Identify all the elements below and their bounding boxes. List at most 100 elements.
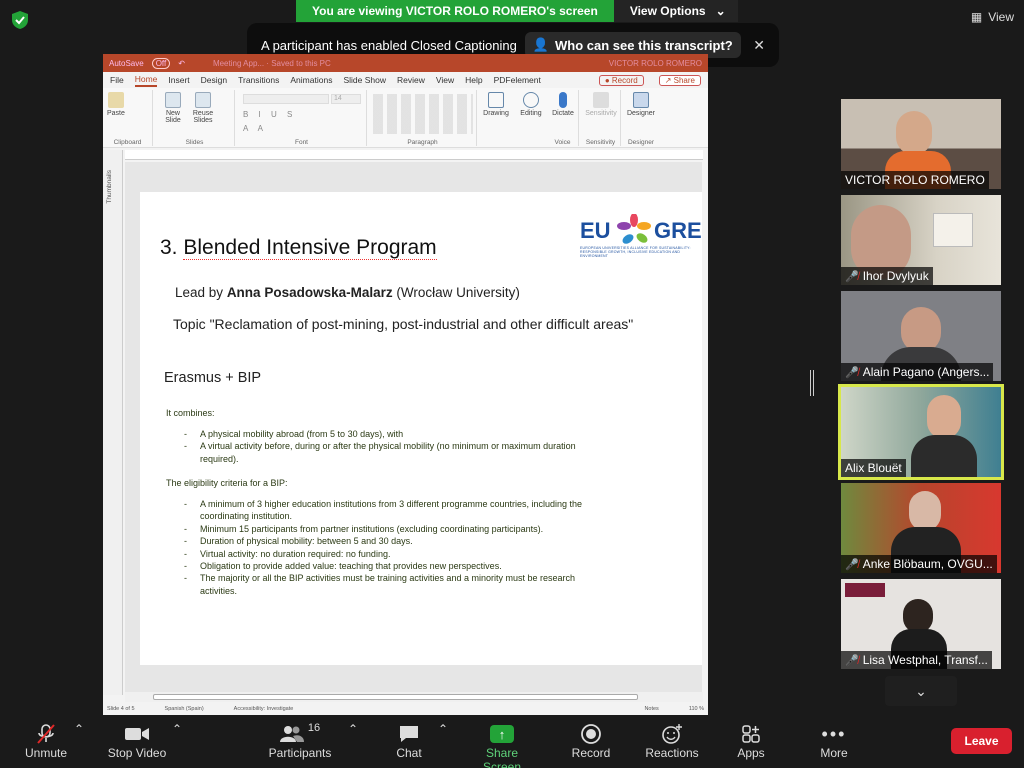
drawing-label: Drawing	[483, 110, 509, 117]
view-options-button[interactable]: View Options ⌄	[613, 0, 738, 22]
reactions-button[interactable]: Reactions	[644, 722, 700, 760]
lead-affiliation: (Wrocław University)	[396, 285, 520, 300]
participant-tile[interactable]: 🎤̸ Lisa Westphal, Transf...	[841, 579, 1001, 669]
muted-mic-icon: 🎤̸	[845, 270, 859, 283]
stop-video-button[interactable]: Stop Video	[106, 722, 168, 760]
horizontal-ruler	[125, 150, 703, 160]
who-can-see-label: Who can see this transcript?	[555, 37, 733, 53]
view-options-label: View Options	[629, 4, 706, 18]
status-notes: Notes	[644, 706, 659, 712]
voice-label: Voice	[554, 139, 571, 146]
person-shirt	[911, 435, 977, 477]
participant-tile[interactable]: 🎤̸ Ihor Dvylyuk	[841, 195, 1001, 285]
panel-resize-handle[interactable]	[810, 370, 814, 396]
drawing-button: Drawing	[479, 92, 513, 117]
designer-group-label: Designer	[627, 139, 654, 146]
editing-button: Editing	[515, 92, 547, 117]
participant-name-text: Ihor Dvylyuk	[862, 269, 929, 283]
chevron-down-icon: ⌄	[715, 4, 726, 18]
apps-icon	[734, 722, 768, 746]
autosave-toggle: Off	[151, 57, 171, 69]
screen-share-banner: You are viewing VICTOR ROLO ROMERO's scr…	[296, 0, 738, 22]
record-label: Record	[571, 746, 611, 760]
participant-tile[interactable]: 🎤̸ Alain Pagano (Angers...	[841, 291, 1001, 381]
list-item: Duration of physical mobility: between 5…	[184, 535, 594, 548]
ppt-user: VICTOR ROLO ROMERO	[608, 58, 702, 68]
person-icon: 👤	[532, 37, 550, 52]
participant-tile[interactable]: VICTOR ROLO ROMERO	[841, 99, 1001, 189]
chat-label: Chat	[396, 746, 422, 760]
slide-erasmus-heading: Erasmus + BIP	[164, 370, 262, 386]
zoom-meeting-window: You are viewing VICTOR ROLO ROMERO's scr…	[0, 0, 1024, 768]
ribbon-group-sensitivity: Sensitivity Sensitivity	[581, 90, 621, 146]
status-zoom: 110 %	[688, 706, 704, 712]
participant-name-text: Anke Blöbaum, OVGU...	[862, 557, 993, 571]
share-screen-button[interactable]: ↑ Share Screen	[466, 722, 538, 768]
participants-button[interactable]: 16 Participants	[264, 722, 336, 760]
autosave-label: AutoSave	[109, 58, 144, 68]
encryption-shield-icon[interactable]	[10, 10, 30, 30]
view-label: View	[988, 10, 1014, 24]
participant-name: Alix Blouët	[841, 459, 906, 477]
slide: 3. Blended Intensive Program EU GRE EURO…	[140, 192, 702, 665]
paste-icon	[107, 92, 124, 108]
slide-title-text: Blended Intensive Program	[183, 236, 437, 260]
logo-gre-text: GRE	[654, 218, 702, 243]
ribbon-group-font: 14 B I U S A A Font	[237, 90, 367, 146]
grid-icon: ▦	[970, 10, 983, 24]
ppt-record-label: Record	[611, 75, 638, 85]
reactions-label: Reactions	[645, 746, 699, 760]
menu-view: View	[435, 75, 455, 85]
list-item: Obligation to provide added value: teach…	[184, 560, 594, 573]
font-size-box: 14	[331, 94, 361, 104]
designer-button: Designer	[625, 92, 657, 117]
chat-bubble-icon	[392, 722, 426, 746]
ppt-record-button: ● Record	[598, 74, 644, 86]
record-button[interactable]: Record	[570, 722, 612, 760]
sensitivity-group-label: Sensitivity	[585, 139, 616, 146]
lead-prefix: Lead by	[175, 285, 224, 300]
designer-label: Designer	[626, 110, 655, 117]
close-icon[interactable]: ✕	[753, 37, 765, 54]
unmute-button[interactable]: Unmute	[22, 722, 70, 760]
wall-poster	[933, 213, 973, 247]
shared-powerpoint-window: AutoSave Off ↶ Meeting App... · Saved to…	[103, 54, 708, 715]
chat-options-caret[interactable]: ⌃	[438, 722, 448, 736]
participant-name: VICTOR ROLO ROMERO	[841, 171, 989, 189]
slides-label: Slides	[185, 139, 204, 146]
thumbnails-label: Thumbnails	[106, 170, 113, 204]
unmute-label: Unmute	[24, 746, 68, 760]
menu-design: Design	[200, 75, 228, 85]
participant-name-text: Alain Pagano (Angers...	[862, 365, 990, 379]
view-button[interactable]: ▦ View	[971, 10, 1014, 24]
drawing-icon	[488, 92, 504, 108]
participant-name: 🎤̸ Anke Blöbaum, OVGU...	[841, 555, 997, 573]
font-label: Font	[294, 139, 308, 146]
clipboard-label: Clipboard	[113, 139, 142, 146]
slide-lead: Lead by Anna Posadowska-Malarz (Wrocław …	[175, 285, 520, 300]
wall-logo	[845, 583, 885, 597]
more-participants-button[interactable]: ⌄	[885, 676, 957, 706]
list-item: Minimum 15 participants from partner ins…	[184, 523, 594, 536]
ppt-menu-bar: File Home Insert Design Transitions Anim…	[103, 72, 708, 88]
more-button[interactable]: ••• More	[816, 722, 852, 761]
more-dots-icon: •••	[821, 723, 847, 744]
apps-button[interactable]: Apps	[734, 722, 768, 760]
video-options-caret[interactable]: ⌃	[172, 722, 182, 736]
participant-tile[interactable]: 🎤̸ Anke Blöbaum, OVGU...	[841, 483, 1001, 573]
leave-button[interactable]: Leave	[951, 728, 1012, 754]
muted-microphone-icon	[22, 722, 70, 746]
ribbon-group-clipboard: Paste Clipboard	[103, 90, 153, 146]
list-item: Virtual activity: no duration required: …	[184, 548, 594, 561]
participant-tile-active-speaker[interactable]: Alix Blouët	[838, 384, 1004, 480]
chat-button[interactable]: Chat	[392, 722, 426, 760]
participants-options-caret[interactable]: ⌃	[348, 722, 358, 736]
sensitivity-label: Sensitivity	[585, 110, 617, 117]
viewing-label: You are viewing VICTOR ROLO ROMERO's scr…	[296, 0, 614, 22]
share-screen-icon: ↑	[466, 722, 538, 746]
menu-home: Home	[134, 74, 158, 87]
apps-label: Apps	[737, 746, 765, 760]
list-item: The majority or all the BIP activities m…	[184, 572, 594, 597]
audio-options-caret[interactable]: ⌃	[74, 722, 84, 736]
status-language: Spanish (Spain)	[164, 706, 204, 712]
